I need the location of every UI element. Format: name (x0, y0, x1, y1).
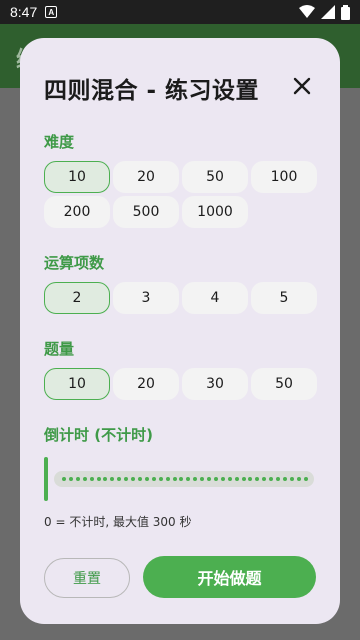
slider-tick-marks (62, 477, 308, 481)
navigation-bar (0, 632, 360, 640)
slider-tick (283, 477, 287, 481)
slider-tick (296, 477, 301, 481)
battery-icon (341, 4, 350, 20)
reset-button[interactable]: 重置 (44, 558, 130, 598)
slider-tick (179, 477, 184, 481)
slider-tick (137, 477, 142, 481)
slider-tick (62, 477, 66, 481)
difficulty-option-50[interactable]: 50 (182, 161, 248, 193)
terms-option-5[interactable]: 5 (251, 282, 317, 314)
countdown-slider-thumb[interactable] (44, 457, 48, 501)
slider-tick (89, 477, 94, 481)
difficulty-option-10[interactable]: 10 (44, 161, 110, 193)
notification-icon: A (45, 6, 58, 18)
slider-tick (241, 477, 246, 481)
slider-tick (110, 477, 115, 481)
difficulty-option-200[interactable]: 200 (44, 196, 110, 228)
wifi-icon (299, 5, 315, 18)
count-label: 题量 (44, 340, 75, 358)
slider-tick (276, 477, 281, 481)
status-icons (299, 4, 350, 20)
slider-tick (303, 477, 308, 481)
difficulty-label: 难度 (44, 133, 75, 151)
countdown-slider-track[interactable] (54, 471, 314, 487)
slider-tick (200, 477, 205, 481)
count-option-30[interactable]: 30 (182, 368, 248, 400)
dialog-title: 四则混合 - 练习设置 (44, 78, 260, 104)
status-bar: 8:47 A (0, 0, 360, 24)
signal-icon (321, 5, 335, 19)
status-time: 8:47 (10, 4, 38, 20)
countdown-hint: 0 = 不计时, 最大值 300 秒 (44, 515, 192, 529)
countdown-label: 倒计时 (不计时) (44, 426, 153, 444)
slider-tick (186, 477, 191, 481)
count-option-10[interactable]: 10 (44, 368, 110, 400)
slider-tick (82, 477, 87, 481)
slider-tick (227, 477, 232, 481)
slider-tick (255, 477, 260, 481)
settings-dialog: 四则混合 - 练习设置 难度 10 20 50 100 200 500 1000… (20, 38, 340, 624)
start-button[interactable]: 开始做题 (143, 556, 316, 598)
slider-tick (213, 477, 218, 481)
slider-tick (193, 477, 198, 481)
close-button[interactable] (290, 74, 314, 98)
difficulty-option-20[interactable]: 20 (113, 161, 179, 193)
terms-option-4[interactable]: 4 (182, 282, 248, 314)
slider-tick (117, 477, 122, 481)
slider-tick (103, 477, 108, 481)
close-icon (293, 77, 311, 95)
slider-tick (68, 477, 73, 481)
terms-option-3[interactable]: 3 (113, 282, 179, 314)
slider-tick (207, 477, 212, 481)
slider-tick (289, 477, 294, 481)
terms-option-2[interactable]: 2 (44, 282, 110, 314)
slider-tick (234, 477, 239, 481)
slider-tick (131, 477, 136, 481)
terms-label: 运算项数 (44, 254, 105, 272)
slider-tick (248, 477, 253, 481)
count-option-20[interactable]: 20 (113, 368, 179, 400)
difficulty-option-1000[interactable]: 1000 (182, 196, 248, 228)
slider-tick (165, 477, 170, 481)
slider-tick (269, 477, 274, 481)
slider-tick (172, 477, 177, 481)
slider-tick (262, 477, 267, 481)
slider-tick (158, 477, 163, 481)
slider-tick (151, 477, 156, 481)
slider-tick (124, 477, 129, 481)
count-option-50[interactable]: 50 (251, 368, 317, 400)
slider-tick (75, 477, 80, 481)
slider-tick (220, 477, 225, 481)
slider-tick (96, 477, 101, 481)
slider-tick (144, 477, 149, 481)
difficulty-option-500[interactable]: 500 (113, 196, 179, 228)
difficulty-option-100[interactable]: 100 (251, 161, 317, 193)
